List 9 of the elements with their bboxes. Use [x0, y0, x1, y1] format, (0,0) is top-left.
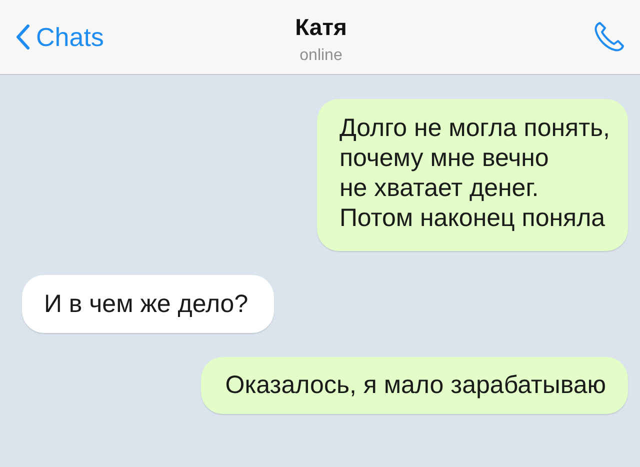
call-button[interactable]	[592, 20, 626, 54]
back-button[interactable]: Chats	[16, 22, 104, 52]
phone-icon	[592, 20, 626, 54]
outgoing-message: Долго не могла понять, почему мне вечно не хватает денег. Потом наконец поняла	[317, 99, 628, 251]
chevron-left-icon	[16, 24, 30, 50]
contact-name: Катя	[295, 14, 347, 40]
outgoing-message: Оказалось, я мало зарабатываю	[201, 357, 628, 414]
contact-status: online	[300, 46, 342, 64]
incoming-message: И в чем же дело?	[22, 275, 274, 333]
